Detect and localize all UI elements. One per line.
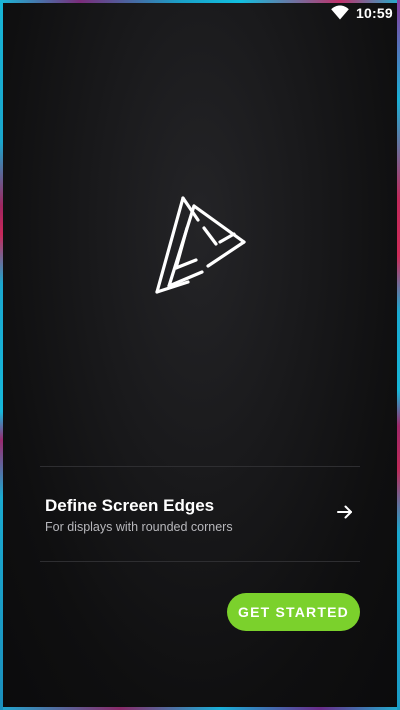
get-started-button[interactable]: GET STARTED xyxy=(227,593,360,631)
status-time: 10:59 xyxy=(356,5,393,21)
divider-top xyxy=(40,466,360,467)
status-bar: 10:59 xyxy=(0,0,400,26)
setup-item-subtitle: For displays with rounded corners xyxy=(45,520,233,534)
define-screen-edges-item[interactable]: Define Screen Edges For displays with ro… xyxy=(40,478,360,560)
wifi-icon xyxy=(331,5,349,20)
app-screen: 10:59 Define Screen Edges For displays w… xyxy=(0,0,400,710)
divider-bottom xyxy=(40,561,360,562)
triangle-logo-icon xyxy=(155,196,246,294)
arrow-right-icon xyxy=(337,505,352,519)
setup-item-title: Define Screen Edges xyxy=(45,496,215,515)
edge-light-left xyxy=(0,0,3,710)
